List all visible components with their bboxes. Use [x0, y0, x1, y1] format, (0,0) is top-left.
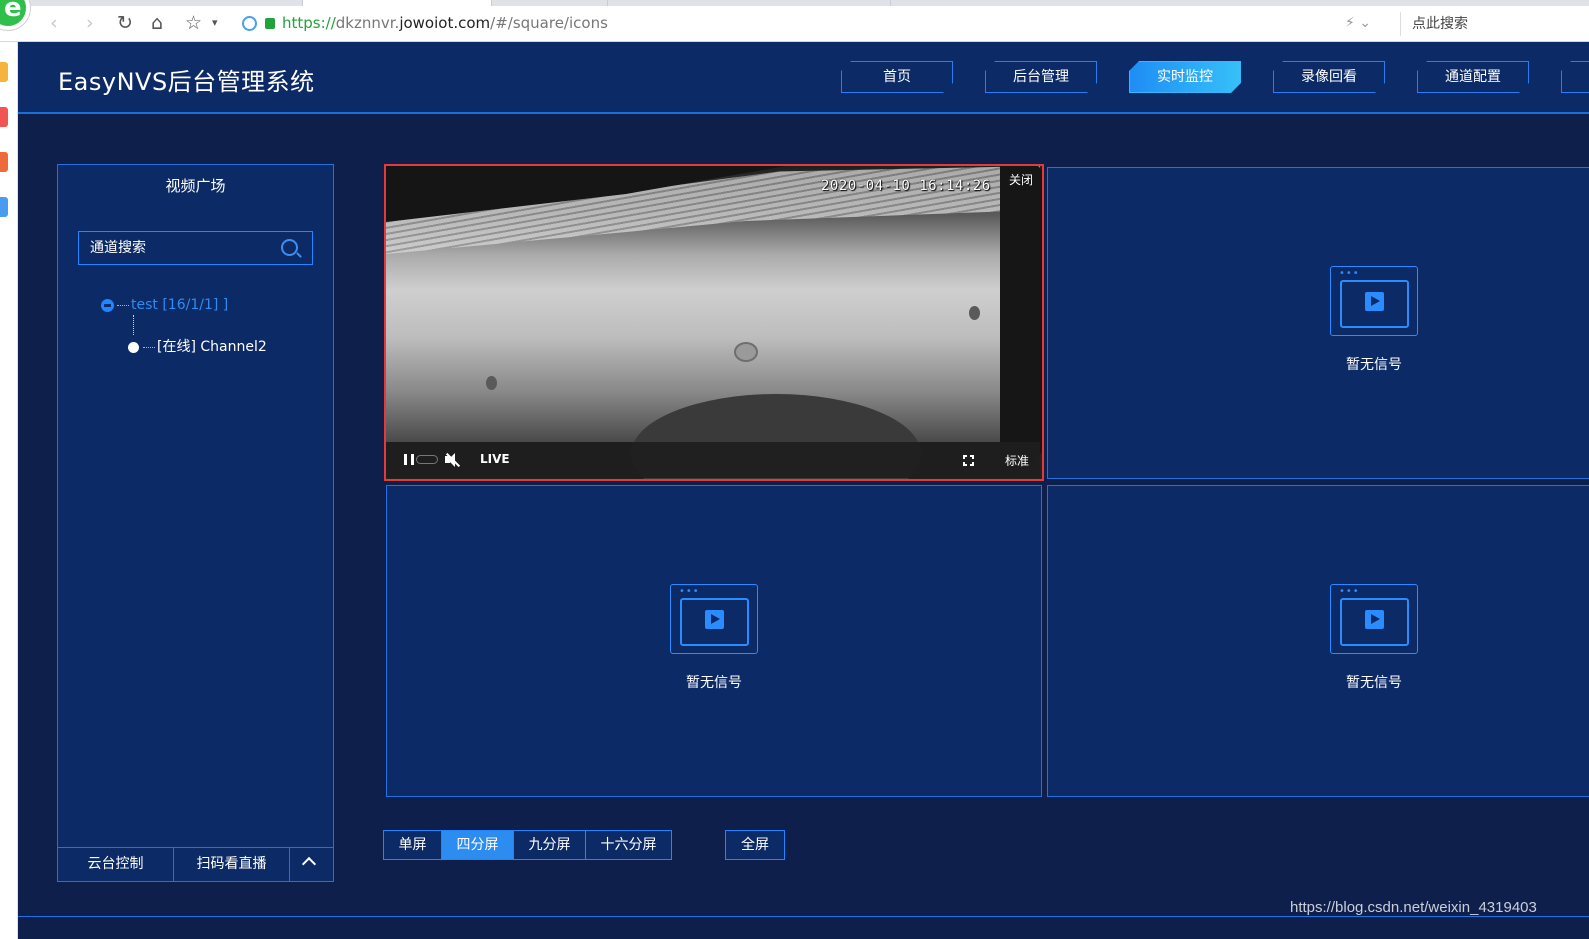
footer-divider	[18, 916, 1589, 917]
qr-live-button[interactable]: 扫码看直播	[174, 848, 290, 881]
panel-footer: 云台控制 扫码看直播	[58, 847, 333, 881]
video-cell-4[interactable]: ••• 暂无信号	[1047, 485, 1589, 797]
fullscreen-icon[interactable]	[962, 454, 975, 467]
feed-ceiling-spot	[486, 376, 497, 390]
rail-app-icon[interactable]	[0, 197, 8, 217]
nav-playback[interactable]: 录像回看	[1273, 61, 1385, 93]
close-video-button[interactable]: 关闭	[1009, 171, 1033, 188]
play-icon[interactable]: •••	[1330, 584, 1418, 654]
channel-search[interactable]	[78, 231, 313, 265]
forward-icon[interactable]: ›	[86, 11, 94, 35]
back-icon[interactable]: ‹	[50, 11, 58, 35]
camera-feed: 2020-04-10 16:14:26 关闭	[386, 166, 1042, 479]
favorites-dropdown-icon[interactable]: ▾	[212, 11, 218, 35]
pause-icon[interactable]	[404, 454, 414, 465]
page-title: EasyNVS后台管理系统	[58, 68, 315, 96]
collapse-icon[interactable]	[101, 298, 114, 312]
watermark-text: https://blog.csdn.net/weixin_4319403	[1290, 899, 1537, 916]
lock-icon	[265, 18, 275, 29]
play-icon[interactable]: •••	[1330, 266, 1418, 336]
video-cell-2[interactable]: ••• 暂无信号	[1047, 167, 1589, 479]
home-icon[interactable]: ⌂	[151, 11, 163, 35]
tree-connector	[133, 315, 134, 335]
address-bar[interactable]: https://dkznnvr.jowoiot.com/#/square/ico…	[240, 10, 1330, 37]
player-controls: LIVE 标准	[386, 442, 1040, 478]
video-timestamp: 2020-04-10 16:14:26	[821, 178, 991, 194]
channel-search-input[interactable]	[79, 232, 279, 264]
tree-channel-node[interactable]: [在线] Channel2	[128, 336, 267, 356]
progress-icon	[416, 455, 438, 464]
video-square-panel: 视频广场 test [16/1/1] ] [在线] Channel2 云台控制 …	[57, 164, 334, 882]
video-cell-1[interactable]: 2020-04-10 16:14:26 关闭 LIVE 标准	[384, 164, 1044, 481]
no-signal-placeholder: ••• 暂无信号	[1329, 266, 1419, 374]
nav-more[interactable]	[1561, 61, 1589, 93]
browser-toolbar: ‹ › ↻ ⌂ ☆ ▾ https://dkznnvr.jowoiot.com/…	[0, 6, 1589, 42]
browser-search-box[interactable]: 点此搜索	[1400, 12, 1589, 36]
nav-channel-config[interactable]: 通道配置	[1417, 61, 1529, 93]
no-signal-label: 暂无信号	[1346, 357, 1402, 373]
no-signal-placeholder: ••• 暂无信号	[1329, 584, 1419, 692]
site-info-icon[interactable]	[242, 16, 257, 31]
ptz-control-button[interactable]: 云台控制	[58, 848, 174, 881]
app-root: EasyNVS后台管理系统 首页 后台管理 实时监控 录像回看 通道配置 视频广…	[18, 42, 1589, 939]
address-url[interactable]: https://dkznnvr.jowoiot.com/#/square/ico…	[282, 10, 608, 37]
tree-channel-label[interactable]: [在线] Channel2	[157, 339, 267, 355]
online-status-icon	[128, 341, 139, 353]
tree-connector	[117, 304, 129, 306]
split-layout-switch: 单屏 四分屏 九分屏 十六分屏	[383, 830, 672, 860]
rail-app-icon[interactable]	[0, 62, 8, 82]
rail-app-icon[interactable]	[0, 107, 8, 127]
no-signal-placeholder: ••• 暂无信号	[669, 584, 759, 692]
browser-left-rail	[0, 42, 18, 939]
mute-icon[interactable]	[444, 452, 461, 468]
nav-admin[interactable]: 后台管理	[985, 61, 1097, 93]
play-icon[interactable]: •••	[670, 584, 758, 654]
live-badge: LIVE	[480, 452, 510, 466]
star-icon[interactable]: ☆	[185, 11, 202, 35]
chevron-up-icon[interactable]	[301, 856, 317, 872]
no-signal-label: 暂无信号	[686, 675, 742, 691]
no-signal-label: 暂无信号	[1346, 675, 1402, 691]
rail-app-icon[interactable]	[0, 152, 8, 172]
lightning-icon[interactable]: ⚡ ⌄	[1345, 11, 1371, 35]
reload-icon[interactable]: ↻	[117, 11, 133, 35]
tree-group-node[interactable]: test [16/1/1] ]	[101, 297, 228, 313]
feed-ceiling-lamp	[734, 342, 758, 362]
tree-group-label[interactable]: test [16/1/1] ]	[131, 297, 228, 313]
layout-nine-button[interactable]: 九分屏	[514, 831, 586, 859]
fullscreen-button[interactable]: 全屏	[725, 830, 785, 860]
quality-selector[interactable]: 标准	[1005, 452, 1029, 469]
nav-home[interactable]: 首页	[841, 61, 953, 93]
search-icon[interactable]	[281, 239, 298, 256]
app-header: EasyNVS后台管理系统 首页 后台管理 实时监控 录像回看 通道配置	[18, 42, 1589, 114]
tree-connector	[143, 346, 155, 348]
layout-single-button[interactable]: 单屏	[384, 831, 442, 859]
nav-live-monitor[interactable]: 实时监控	[1129, 61, 1241, 93]
layout-quad-button[interactable]: 四分屏	[442, 831, 514, 859]
feed-ceiling-spot	[969, 306, 980, 320]
video-cell-3[interactable]: ••• 暂无信号	[386, 485, 1042, 797]
panel-title: 视频广场	[165, 177, 226, 195]
layout-sixteen-button[interactable]: 十六分屏	[586, 831, 671, 859]
